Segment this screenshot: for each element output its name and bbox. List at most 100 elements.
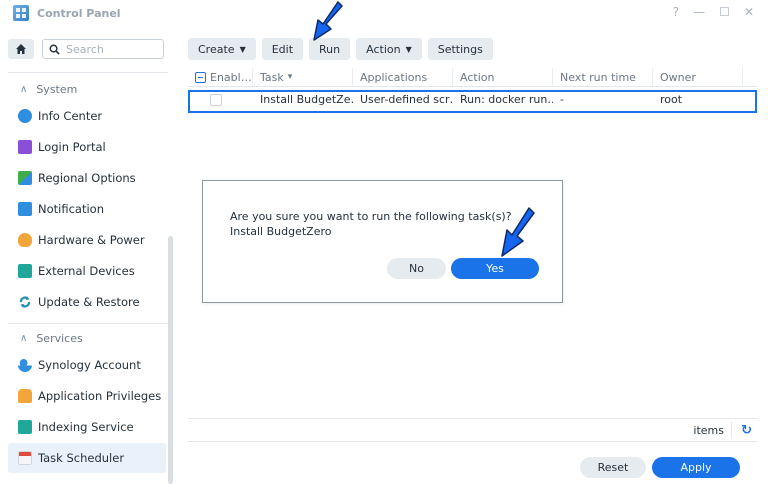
column-header-next-run-time[interactable]: Next run time xyxy=(553,68,653,86)
home-button[interactable] xyxy=(8,39,34,59)
refresh-icon[interactable]: ↻ xyxy=(741,423,752,438)
home-icon xyxy=(16,44,26,54)
divider xyxy=(188,441,758,442)
column-header-applications[interactable]: Applications xyxy=(353,68,453,86)
window-title: Control Panel xyxy=(37,6,121,20)
window-controls: ? — ☐ ✕ xyxy=(673,5,754,19)
task-scheduler-icon xyxy=(18,451,32,465)
column-label: Next run time xyxy=(560,70,636,84)
task-table: Enabl… Task ▾ Applications Action Next r… xyxy=(188,68,758,113)
sidebar-item-label: Info Center xyxy=(38,109,103,123)
chevron-up-icon: ∧ xyxy=(20,333,28,344)
title-bar: Control Panel ? — ☐ ✕ xyxy=(0,0,768,26)
group-header-system[interactable]: ∧ System xyxy=(20,83,77,96)
settings-button[interactable]: Settings xyxy=(427,38,493,60)
settings-label: Settings xyxy=(437,42,483,56)
column-header-spacer xyxy=(743,68,758,86)
confirm-run-dialog: Are you sure you want to run the followi… xyxy=(202,180,563,303)
action-button[interactable]: Action ▼ xyxy=(356,38,422,60)
edit-label: Edit xyxy=(271,42,294,56)
sidebar-item-label: Application Privileges xyxy=(38,389,162,403)
create-button[interactable]: Create ▼ xyxy=(188,38,256,60)
caret-down-icon: ▼ xyxy=(405,44,412,54)
divider xyxy=(8,323,168,324)
apply-button[interactable]: Apply xyxy=(652,457,740,478)
dialog-task-name: Install BudgetZero xyxy=(230,225,332,238)
column-label: Applications xyxy=(360,70,428,84)
column-label: Task xyxy=(260,70,284,84)
divider xyxy=(8,72,168,73)
edit-button[interactable]: Edit xyxy=(261,38,304,60)
group-label: Services xyxy=(36,332,83,345)
application-privileges-icon xyxy=(18,389,32,403)
search-icon xyxy=(49,44,60,55)
sidebar-item-application-privileges[interactable]: Application Privileges xyxy=(8,381,166,411)
regional-options-icon xyxy=(18,171,32,185)
sidebar-scrollbar[interactable] xyxy=(168,236,173,484)
external-devices-icon xyxy=(18,264,32,278)
sidebar-item-label: External Devices xyxy=(38,264,135,278)
close-icon[interactable]: ✕ xyxy=(744,5,754,19)
no-button[interactable]: No xyxy=(387,258,446,279)
action-label: Action xyxy=(366,42,401,56)
divider xyxy=(731,422,732,438)
sidebar-item-regional-options[interactable]: Regional Options xyxy=(8,163,166,193)
search-input[interactable] xyxy=(66,42,156,56)
sidebar: ∧ System Info Center Login Portal Region… xyxy=(0,26,176,484)
sidebar-item-task-scheduler[interactable]: Task Scheduler xyxy=(8,443,166,473)
column-label: Enabl… xyxy=(210,70,252,84)
minimize-icon[interactable]: — xyxy=(693,5,705,19)
sidebar-item-notification[interactable]: Notification xyxy=(8,194,166,224)
sidebar-item-label: Notification xyxy=(38,202,104,216)
sidebar-item-login-portal[interactable]: Login Portal xyxy=(8,132,166,162)
table-row[interactable]: Install BudgetZe… User-defined scr… Run:… xyxy=(188,88,758,113)
sidebar-item-label: Update & Restore xyxy=(38,295,140,309)
sidebar-item-external-devices[interactable]: External Devices xyxy=(8,256,166,286)
search-box[interactable] xyxy=(42,39,164,59)
column-label: Action xyxy=(460,70,495,84)
info-icon xyxy=(18,109,32,123)
table-header: Enabl… Task ▾ Applications Action Next r… xyxy=(188,68,758,87)
control-panel-icon xyxy=(13,5,29,21)
sidebar-item-update-restore[interactable]: Update & Restore xyxy=(8,287,166,317)
hardware-power-icon xyxy=(18,233,32,247)
items-count-label: items xyxy=(693,424,724,437)
sidebar-item-indexing-service[interactable]: Indexing Service xyxy=(8,412,166,442)
run-label: Run xyxy=(319,42,341,56)
yes-button[interactable]: Yes xyxy=(451,258,539,279)
reset-button[interactable]: Reset xyxy=(580,457,646,478)
select-all-checkbox[interactable] xyxy=(195,71,206,83)
indexing-service-icon xyxy=(18,420,32,434)
dialog-message: Are you sure you want to run the followi… xyxy=(230,210,512,223)
sidebar-item-info-center[interactable]: Info Center xyxy=(8,101,166,131)
synology-account-icon xyxy=(18,358,32,372)
sidebar-item-label: Synology Account xyxy=(38,358,141,372)
group-header-services[interactable]: ∧ Services xyxy=(20,332,83,345)
toolbar: Create ▼ Edit Run Action ▼ Settings xyxy=(188,38,493,60)
column-label: Owner xyxy=(660,70,696,84)
caret-down-icon: ▼ xyxy=(239,44,246,54)
run-button[interactable]: Run xyxy=(309,38,351,60)
sidebar-item-synology-account[interactable]: Synology Account xyxy=(8,350,166,380)
column-header-action[interactable]: Action xyxy=(453,68,553,86)
chevron-up-icon: ∧ xyxy=(20,84,28,95)
sort-icon: ▾ xyxy=(287,72,293,82)
notification-icon xyxy=(18,202,32,216)
update-restore-icon xyxy=(19,296,31,308)
column-header-owner[interactable]: Owner xyxy=(653,68,743,86)
column-header-task[interactable]: Task ▾ xyxy=(253,68,353,86)
group-label: System xyxy=(36,83,78,96)
sidebar-item-label: Indexing Service xyxy=(38,420,134,434)
row-highlight xyxy=(188,90,757,113)
column-header-enabled[interactable]: Enabl… xyxy=(188,68,253,86)
maximize-icon[interactable]: ☐ xyxy=(719,5,730,19)
help-icon[interactable]: ? xyxy=(673,5,679,19)
sidebar-item-label: Login Portal xyxy=(38,140,106,154)
sidebar-item-label: Regional Options xyxy=(38,171,136,185)
sidebar-item-label: Task Scheduler xyxy=(38,451,125,465)
sidebar-item-hardware-power[interactable]: Hardware & Power xyxy=(8,225,166,255)
divider xyxy=(188,418,758,419)
sidebar-item-label: Hardware & Power xyxy=(38,233,145,247)
create-label: Create xyxy=(198,42,235,56)
login-portal-icon xyxy=(18,140,32,154)
